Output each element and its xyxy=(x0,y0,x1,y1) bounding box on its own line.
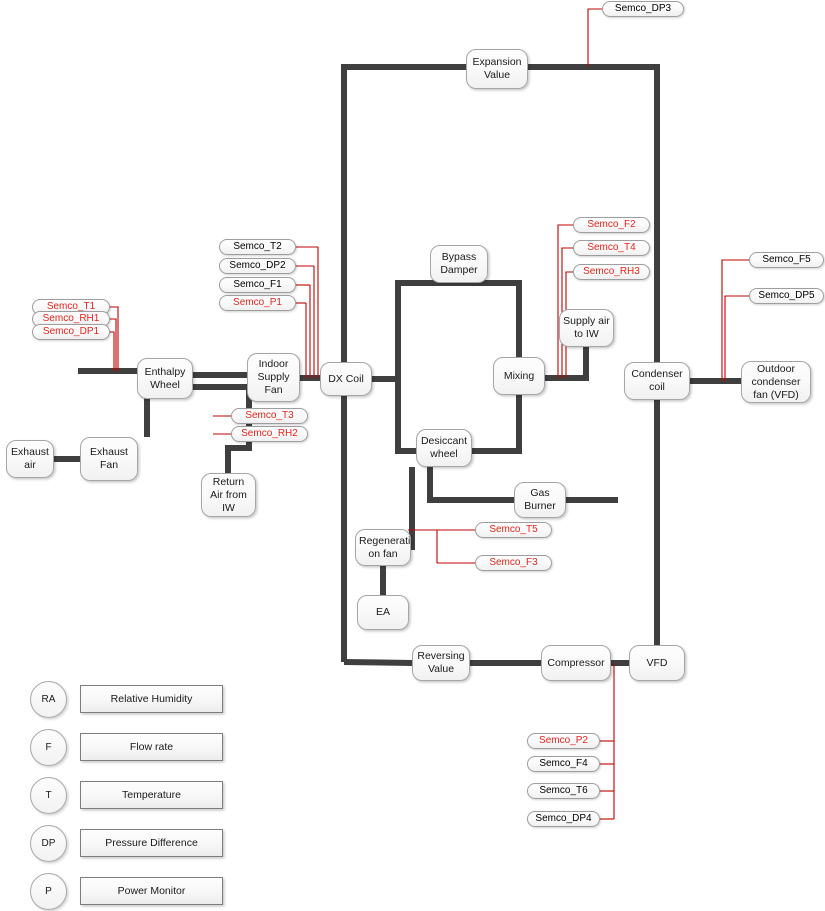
legend-symbol-ra: RA xyxy=(30,681,67,718)
node-outdoor_cond_fan[interactable]: Outdoor condenser fan (VFD) xyxy=(741,361,811,403)
legend-label-dp: Pressure Difference xyxy=(80,829,223,857)
duct-desiccant-to-mixing xyxy=(472,395,522,454)
sensorline-dp1 xyxy=(110,331,115,371)
legend-symbol-t: T xyxy=(30,777,67,814)
node-label: Desiccant wheel xyxy=(420,435,468,460)
sensor-tag-semco_dp3[interactable]: Semco_DP3 xyxy=(602,1,684,17)
node-label: Indoor Supply Fan xyxy=(257,358,290,396)
sensorline-f2 xyxy=(557,224,573,378)
legend-label-t: Temperature xyxy=(80,781,223,809)
node-label: Enthalpy Wheel xyxy=(144,365,186,391)
node-exhaust_fan[interactable]: Exhaust Fan xyxy=(80,437,138,481)
node-gas_burner[interactable]: Gas Burner xyxy=(514,482,566,518)
sensorline-t1 xyxy=(110,306,119,371)
node-bypass_damper[interactable]: Bypass Damper xyxy=(430,245,488,283)
node-label: Reversing Value xyxy=(417,650,465,675)
node-indoor_supply_fan[interactable]: Indoor Supply Fan xyxy=(247,353,300,402)
node-mixing[interactable]: Mixing xyxy=(493,357,545,395)
node-label: EA xyxy=(375,606,390,618)
legend-symbol-f: F xyxy=(30,729,67,766)
sensor-tag-semco_rh2[interactable]: Semco_RH2 xyxy=(231,426,308,442)
sensorline-dp3 xyxy=(587,8,602,67)
node-compressor[interactable]: Compressor xyxy=(541,645,611,681)
node-reversing_value[interactable]: Reversing Value xyxy=(412,645,470,681)
sensor-tag-semco_p2[interactable]: Semco_P2 xyxy=(527,733,600,749)
legend-label-p: Power Monitor xyxy=(80,877,223,905)
node-condenser_coil[interactable]: Condenser coil xyxy=(624,362,690,400)
node-label: DX Coil xyxy=(328,372,364,385)
sensor-tag-semco_f1[interactable]: Semco_F1 xyxy=(219,277,296,293)
node-expansion_value[interactable]: Expansion Value xyxy=(466,49,528,89)
sensor-tag-semco_t4[interactable]: Semco_T4 xyxy=(573,240,650,256)
node-label: Gas Burner xyxy=(524,487,556,512)
node-supply_air_iw[interactable]: Supply air to IW xyxy=(559,309,614,347)
sensor-tag-semco_t6[interactable]: Semco_T6 xyxy=(527,783,600,799)
node-vfd[interactable]: VFD xyxy=(629,645,685,681)
node-label: Regenerati on fan xyxy=(359,534,411,560)
node-enthalpy_wheel[interactable]: Enthalpy Wheel xyxy=(137,358,193,399)
legend-label-f: Flow rate xyxy=(80,733,223,761)
sensor-tag-semco_dp5[interactable]: Semco_DP5 xyxy=(749,288,824,304)
duct-dx-to-desiccant xyxy=(395,379,416,454)
node-label: Compressor xyxy=(547,656,605,669)
node-ea[interactable]: EA xyxy=(357,595,409,630)
node-label: Exhaust air xyxy=(11,446,49,471)
sensor-tag-semco_p1[interactable]: Semco_P1 xyxy=(219,295,296,311)
duct-desiccant-to-gas-burner xyxy=(427,467,514,503)
sensor-tag-semco_f3[interactable]: Semco_F3 xyxy=(475,555,552,571)
duct-left-riser-to-reversing xyxy=(343,659,413,666)
node-return_air_iw[interactable]: Return Air from IW xyxy=(201,473,256,517)
sensor-tag-semco_t5[interactable]: Semco_T5 xyxy=(475,522,552,538)
node-label: Outdoor condenser fan (VFD) xyxy=(751,362,801,401)
sensor-tag-semco_f2[interactable]: Semco_F2 xyxy=(573,217,650,233)
sensor-tag-semco_f4[interactable]: Semco_F4 xyxy=(527,756,600,772)
sensor-tag-semco_f5[interactable]: Semco_F5 xyxy=(749,252,824,268)
legend-symbol-p: P xyxy=(30,873,67,910)
node-regeneration_fan[interactable]: Regenerati on fan xyxy=(355,529,411,566)
sensor-tag-semco_t3[interactable]: Semco_T3 xyxy=(231,408,308,424)
duct-desiccant-to-regen-fan xyxy=(409,467,415,550)
node-label: Supply air to IW xyxy=(563,315,610,340)
node-label: VFD xyxy=(646,656,668,669)
node-label: Condenser coil xyxy=(631,368,683,393)
hvac-diagram-canvas: Exhaust air Exhaust Fan Enthalpy Wheel Return A… xyxy=(0,0,825,911)
sensorline-t5-f3-bus xyxy=(436,529,475,564)
node-label: Mixing xyxy=(503,369,535,382)
node-label: Return Air from IW xyxy=(210,475,247,514)
node-desiccant_wheel[interactable]: Desiccant wheel xyxy=(416,429,472,467)
legend-label-ra: Relative Humidity xyxy=(80,685,223,713)
sensor-tag-semco_dp2[interactable]: Semco_DP2 xyxy=(219,258,296,274)
node-dx_coil[interactable]: DX Coil xyxy=(320,362,372,396)
node-label: Expansion Value xyxy=(472,56,522,81)
sensor-tag-semco_dp4[interactable]: Semco_DP4 xyxy=(527,811,600,827)
node-label: Exhaust Fan xyxy=(90,446,128,471)
sensor-tag-semco_dp1[interactable]: Semco_DP1 xyxy=(32,324,110,340)
sensor-tag-semco_t2[interactable]: Semco_T2 xyxy=(219,239,296,255)
node-exhaust_air[interactable]: Exhaust air xyxy=(6,440,54,478)
legend-symbol-dp: DP xyxy=(30,825,67,862)
sensorline-rh1 xyxy=(110,318,117,371)
node-label: Bypass Damper xyxy=(440,251,478,276)
duct-mixing-to-supply-air xyxy=(545,347,589,381)
sensor-tag-semco_rh3[interactable]: Semco_RH3 xyxy=(573,264,650,280)
